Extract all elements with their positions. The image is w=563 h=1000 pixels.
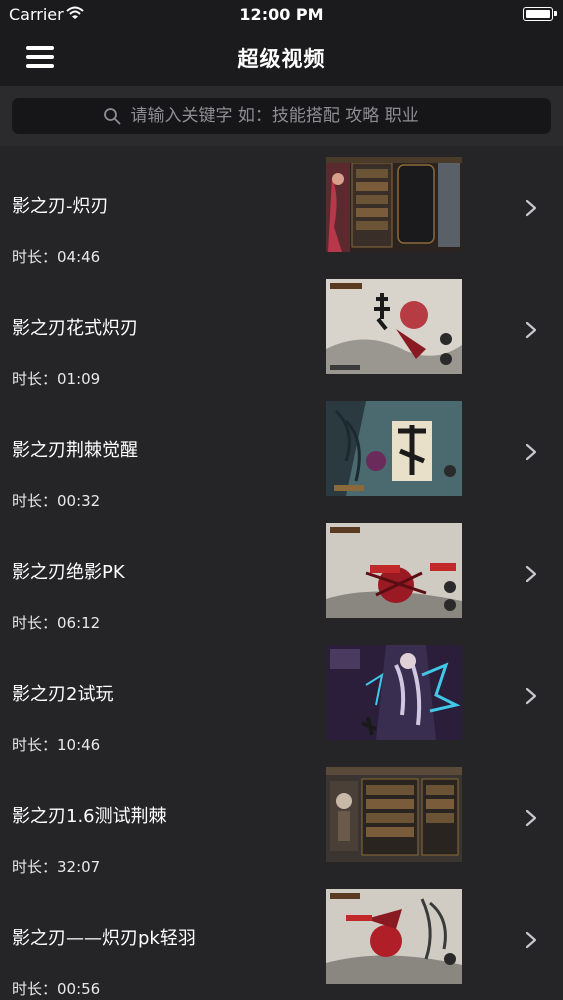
search-icon xyxy=(103,108,120,125)
video-duration: 时长：32:07 xyxy=(12,858,101,876)
page-title: 超级视频 xyxy=(237,47,326,71)
video-duration: 时长：06:12 xyxy=(12,614,101,632)
video-thumbnail xyxy=(326,523,462,618)
search-box[interactable] xyxy=(12,98,551,134)
video-list-item[interactable]: 影之刃绝影PK 时长：06:12 xyxy=(0,512,563,634)
video-list: 影之刃-炽刃 时长：04:46 影之刃花式炽刃 时长：01:09 影之刃荆棘觉醒… xyxy=(0,146,563,1000)
video-thumbnail xyxy=(326,645,462,740)
video-thumbnail xyxy=(326,767,462,862)
chevron-right-icon xyxy=(525,199,537,217)
video-list-item[interactable]: 影之刃荆棘觉醒 时长：00:32 xyxy=(0,390,563,512)
chevron-right-icon xyxy=(525,321,537,339)
nav-bar: 超级视频 xyxy=(0,30,563,86)
chevron-right-icon xyxy=(525,565,537,583)
chevron-right-icon xyxy=(525,443,537,461)
video-thumbnail xyxy=(326,401,462,496)
chevron-right-icon xyxy=(525,809,537,827)
battery-icon xyxy=(523,7,557,21)
status-bar: Carrier 12:00 PM xyxy=(0,0,563,30)
video-title: 影之刃绝影PK xyxy=(12,562,125,583)
chevron-right-icon xyxy=(525,931,537,949)
video-title: 影之刃荆棘觉醒 xyxy=(12,440,138,461)
video-duration: 时长：10:46 xyxy=(12,736,101,754)
video-title: 影之刃1.6测试荆棘 xyxy=(12,806,167,827)
video-duration: 时长：01:09 xyxy=(12,370,101,388)
video-title: 影之刃——炽刃pk轻羽 xyxy=(12,928,196,949)
status-time: 12:00 PM xyxy=(239,5,324,24)
search-input[interactable] xyxy=(130,101,461,131)
chevron-right-icon xyxy=(525,687,537,705)
video-duration: 时长：04:46 xyxy=(12,248,101,266)
video-duration: 时长：00:56 xyxy=(12,980,101,998)
video-title: 影之刃-炽刃 xyxy=(12,196,109,217)
video-thumbnail xyxy=(326,889,462,984)
video-list-item[interactable]: 影之刃花式炽刃 时长：01:09 xyxy=(0,268,563,390)
video-list-item[interactable]: 影之刃2试玩 时长：10:46 xyxy=(0,634,563,756)
video-thumbnail xyxy=(326,279,462,374)
video-duration: 时长：00:32 xyxy=(12,492,101,510)
video-title: 影之刃2试玩 xyxy=(12,684,114,705)
video-title: 影之刃花式炽刃 xyxy=(12,318,138,339)
video-list-item[interactable]: 影之刃1.6测试荆棘 时长：32:07 xyxy=(0,756,563,878)
search-bar xyxy=(0,86,563,146)
video-thumbnail xyxy=(326,157,462,252)
video-list-item[interactable]: 影之刃-炽刃 时长：04:46 xyxy=(0,146,563,268)
video-list-item[interactable]: 影之刃——炽刃pk轻羽 时长：00:56 xyxy=(0,878,563,1000)
